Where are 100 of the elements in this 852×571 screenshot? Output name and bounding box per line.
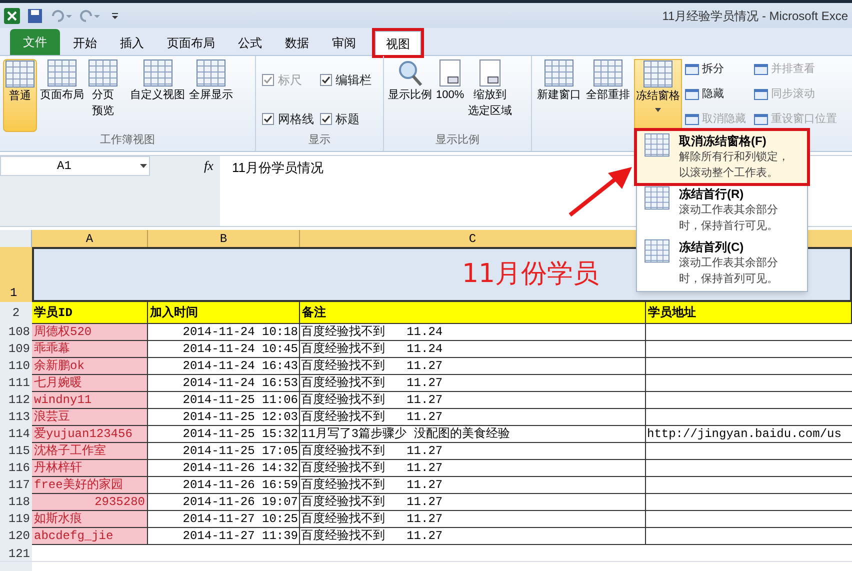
table-cell: 百度经验找不到 11.27 bbox=[300, 477, 646, 494]
table-cell: 2014-11-25 11:06 bbox=[148, 392, 300, 409]
table-cell: 2014-11-25 15:32 bbox=[148, 426, 300, 443]
table-cell: 2014-11-27 11:39 bbox=[148, 528, 300, 545]
table-cell: 百度经验找不到 11.27 bbox=[300, 358, 646, 375]
view-button[interactable]: 分页 预览 bbox=[87, 59, 119, 132]
row-header[interactable]: 119 bbox=[0, 511, 32, 528]
table-cell: 2014-11-24 10:18 bbox=[148, 324, 300, 341]
ribbon-tab[interactable]: 插入 bbox=[110, 31, 154, 55]
row-header[interactable]: 112 bbox=[0, 392, 32, 409]
window-small-button[interactable]: 拆分 bbox=[685, 59, 746, 79]
table-cell: 百度经验找不到 11.27 bbox=[300, 511, 646, 528]
table-cell: 百度经验找不到 11.27 bbox=[300, 392, 646, 409]
menu-item[interactable]: 取消冻结窗格(F) 解除所有行和列锁定， 以滚动整个工作表。 bbox=[637, 131, 807, 183]
magnifier-icon bbox=[396, 59, 424, 87]
view-button[interactable]: 自定义视图 bbox=[129, 59, 186, 132]
ribbon-tab[interactable]: 数据 bbox=[275, 31, 319, 55]
row-header[interactable]: 121 bbox=[0, 545, 32, 561]
row-header[interactable]: 108 bbox=[0, 324, 32, 341]
group-label: 显示 bbox=[308, 133, 332, 148]
table-cell: 2014-11-24 10:45 bbox=[148, 341, 300, 358]
window-icon bbox=[593, 59, 623, 87]
table-cell: free美好的家园 bbox=[32, 477, 148, 494]
row-header[interactable]: 1 bbox=[0, 247, 32, 302]
ribbon-tab[interactable]: 视图 bbox=[375, 31, 421, 55]
freeze-grid-icon bbox=[643, 186, 671, 210]
group-label: 显示比例 bbox=[434, 133, 480, 148]
freeze-grid-icon bbox=[643, 133, 671, 157]
table-cell: 爱yujuan123456 bbox=[32, 426, 148, 443]
save-icon[interactable] bbox=[28, 8, 42, 22]
view-button[interactable]: 全屏显示 bbox=[188, 59, 234, 132]
table-cell: 余新鹏ok bbox=[32, 358, 148, 375]
table-cell: 2014-11-26 14:32 bbox=[148, 460, 300, 477]
table-cell: 2014-11-25 17:05 bbox=[148, 443, 300, 460]
row-header[interactable]: 116 bbox=[0, 460, 32, 477]
row-header[interactable]: 117 bbox=[0, 477, 32, 494]
table-cell: 11月写了3篇步骤少 没配图的美食经验 bbox=[300, 426, 646, 443]
ribbon-tab[interactable]: 开始 bbox=[63, 31, 107, 55]
file-tab[interactable]: 文件 bbox=[10, 29, 60, 55]
table-cell: 百度经验找不到 11.27 bbox=[300, 460, 646, 477]
zoom-button[interactable]: 显示比例 bbox=[388, 59, 432, 132]
ribbon-tab[interactable]: 页面布局 bbox=[157, 31, 225, 55]
freeze-grid-icon bbox=[643, 239, 671, 263]
window-button[interactable]: 新建窗口 bbox=[536, 59, 582, 132]
table-cell: 七月婉暖 bbox=[32, 375, 148, 392]
caret-icon bbox=[655, 108, 661, 112]
table-cell: 2014-11-24 16:43 bbox=[148, 358, 300, 375]
window-icon bbox=[544, 59, 574, 87]
table-cell: 浪芸豆 bbox=[32, 409, 148, 426]
name-box[interactable]: A1 bbox=[0, 156, 150, 176]
ribbon-tab[interactable]: 公式 bbox=[228, 31, 272, 55]
dropdown-caret-icon[interactable] bbox=[140, 164, 147, 168]
table-cell: 乖乖幕 bbox=[32, 341, 148, 358]
table-cell: 百度经验找不到 11.27 bbox=[300, 494, 646, 511]
checkbox[interactable]: 网格线 bbox=[262, 105, 320, 132]
zoom-button[interactable]: 100% bbox=[436, 59, 464, 132]
row-header[interactable]: 110 bbox=[0, 358, 32, 375]
header-cell: 备注 bbox=[300, 302, 646, 324]
row-header[interactable]: 111 bbox=[0, 375, 32, 392]
window-small-button[interactable]: 隐藏 bbox=[685, 84, 746, 104]
row-header[interactable]: 120 bbox=[0, 528, 32, 545]
table-cell: 2935280 bbox=[32, 494, 148, 511]
row-header[interactable]: 114 bbox=[0, 426, 32, 443]
table-cell: 2014-11-25 12:03 bbox=[148, 409, 300, 426]
view-layout-icon bbox=[5, 60, 35, 88]
checkbox-icon[interactable] bbox=[320, 112, 332, 124]
table-cell: 百度经验找不到 11.24 bbox=[300, 324, 646, 341]
view-layout-icon bbox=[88, 59, 118, 87]
ribbon-tab[interactable]: 审阅 bbox=[322, 31, 366, 55]
insert-function-icon[interactable]: fx bbox=[204, 156, 214, 176]
row-header[interactable]: 118 bbox=[0, 494, 32, 511]
row-header[interactable]: 115 bbox=[0, 443, 32, 460]
checkbox[interactable]: 标题 bbox=[320, 105, 377, 132]
row-header[interactable]: 2 bbox=[0, 302, 32, 324]
window-icon bbox=[643, 60, 673, 88]
window-title: 11月经验学员情况 - Microsoft Exce bbox=[662, 8, 848, 24]
table-cell: 周德权520 bbox=[32, 324, 148, 341]
table-cell: 百度经验找不到 11.24 bbox=[300, 341, 646, 358]
table-cell: abcdefg_jie bbox=[32, 528, 148, 545]
header-cell: 加入时间 bbox=[148, 302, 300, 324]
window-button[interactable]: 全部重排 bbox=[585, 59, 631, 132]
view-button[interactable]: 普通 bbox=[3, 59, 37, 132]
view-layout-icon bbox=[196, 59, 226, 87]
checkbox[interactable]: 编辑栏 bbox=[320, 66, 377, 93]
table-cell: windny11 bbox=[32, 392, 148, 409]
row-header[interactable]: 113 bbox=[0, 409, 32, 426]
header-cell: 学员地址 bbox=[646, 302, 852, 324]
table-cell: 百度经验找不到 11.27 bbox=[300, 409, 646, 426]
table-cell: 如斯水痕 bbox=[32, 511, 148, 528]
table-cell: 百度经验找不到 11.27 bbox=[300, 443, 646, 460]
table-cell: 2014-11-27 10:25 bbox=[148, 511, 300, 528]
zoom-button[interactable]: 缩放到 选定区域 bbox=[468, 59, 512, 132]
row-header[interactable]: 109 bbox=[0, 341, 32, 358]
table-cell: 2014-11-26 19:07 bbox=[148, 494, 300, 511]
checkbox-icon[interactable] bbox=[262, 112, 274, 124]
view-layout-icon bbox=[47, 59, 77, 87]
view-button[interactable]: 页面布局 bbox=[39, 59, 85, 132]
excel-logo-icon bbox=[4, 8, 20, 24]
checkbox-icon[interactable] bbox=[320, 74, 332, 86]
group-label: 工作簿视图 bbox=[99, 133, 156, 148]
